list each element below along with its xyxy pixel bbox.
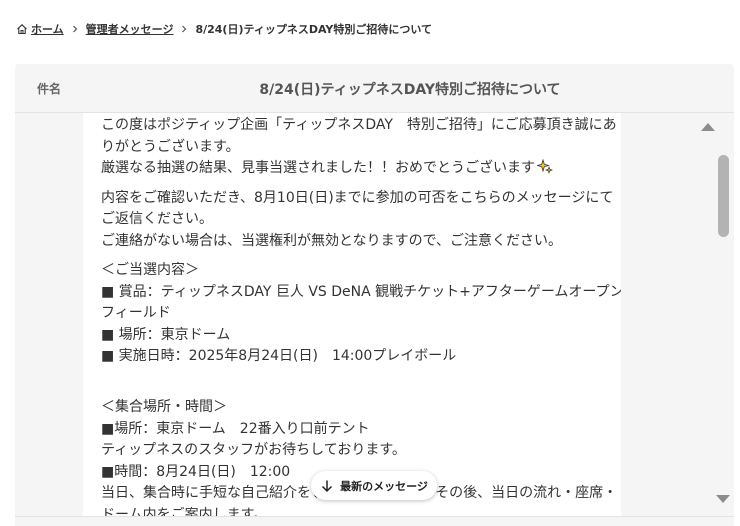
breadcrumb-home-link[interactable]: ホーム [31,21,64,37]
message-text: この度はポジティップ企画「ティップネスDAY 特別ご招待」にご応募頂き誠にありが… [101,115,621,525]
message-paragraph: この度はポジティップ企画「ティップネスDAY 特別ご招待」にご応募頂き誠にありが… [101,115,621,180]
breadcrumb-current: 8/24(日)ティップネスDAY特別ご招待について [195,23,433,36]
arrow-down-icon [320,479,334,493]
breadcrumb-admin-messages-link[interactable]: 管理者メッセージ [86,21,174,37]
scroll-down-arrow[interactable] [716,495,730,503]
message-paragraph: ＜ご当選内容＞ ■ 賞品：ティップネスDAY 巨人 VS DeNA 観戦チケット… [101,262,621,364]
chevron-right-icon [179,24,189,34]
subject-row: 件名 8/24(日)ティップネスDAY特別ご招待について [15,64,734,113]
latest-message-button[interactable]: 最新のメッセージ [311,471,437,500]
subject-label: 件名 [37,82,62,96]
message-paragraph: 内容をご確認いただき、8月10日(日)までに参加の可否をこちらのメッセージにてご… [101,189,614,249]
latest-message-label: 最新のメッセージ [340,479,428,493]
chevron-right-icon [70,24,80,34]
sparkle-icon [536,158,554,175]
subject-value: 8/24(日)ティップネスDAY特別ご招待について [259,82,561,98]
scrollbar-thumb[interactable] [718,155,729,237]
message-panel: 件名 8/24(日)ティップネスDAY特別ご招待について この度はポジティップ企… [15,64,734,525]
message-body[interactable]: この度はポジティップ企画「ティップネスDAY 特別ご招待」にご応募頂き誠にありが… [83,113,621,525]
breadcrumb: ホーム 管理者メッセージ 8/24(日)ティップネスDAY特別ご招待について [16,20,432,38]
scroll-up-arrow[interactable] [701,123,715,131]
message-paragraph: ＜集合場所・時間＞ ■場所：東京ドーム 22番入り口前テント ティップネスのスタ… [101,399,618,523]
home-icon[interactable] [16,23,28,35]
